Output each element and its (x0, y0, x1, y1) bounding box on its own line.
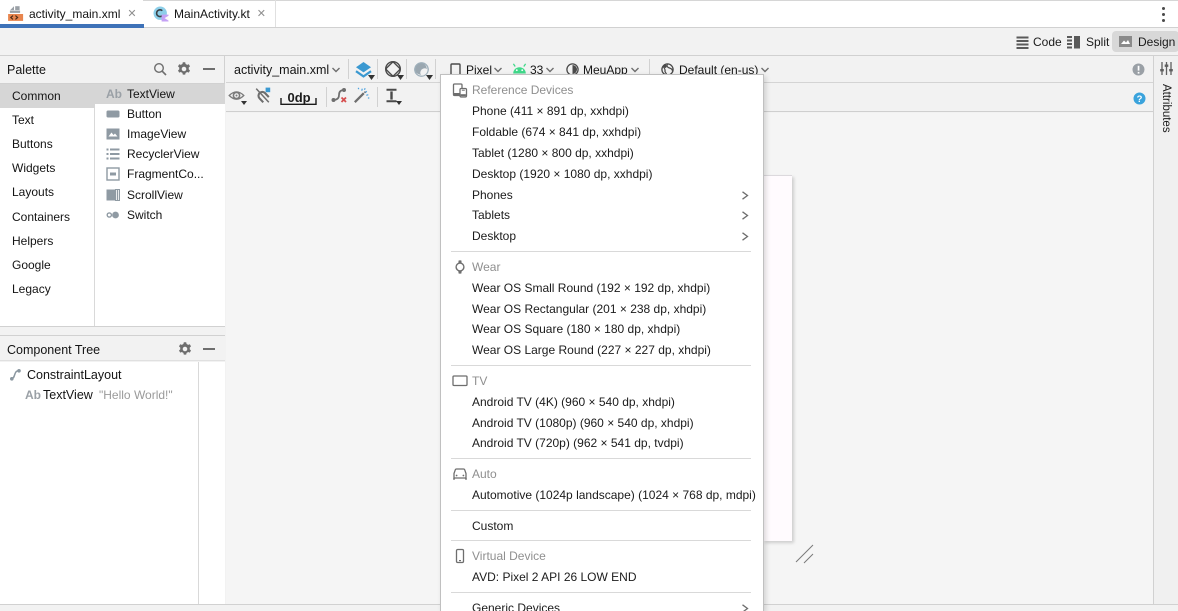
svg-text:0dp: 0dp (288, 90, 311, 105)
svg-text:?: ? (1137, 94, 1143, 105)
